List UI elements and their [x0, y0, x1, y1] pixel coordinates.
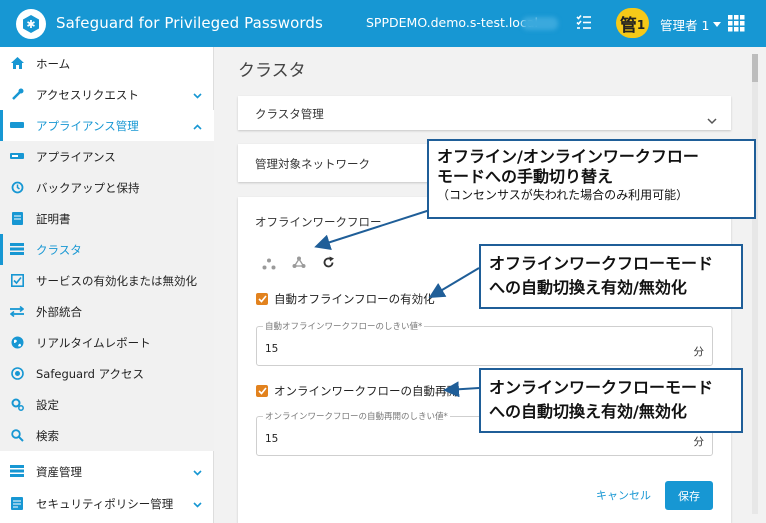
panel-title: 管理対象ネットワーク — [255, 157, 370, 171]
search-icon — [10, 428, 24, 442]
online-resume-label: オンラインワークフローの自動再開 — [274, 384, 458, 398]
user-name: 管理者 1 — [660, 18, 710, 33]
user-menu[interactable]: 管理者 1 — [660, 15, 722, 34]
field-label: オンラインワークフローの自動再開のしきい値* — [263, 410, 450, 422]
sidebar: ホーム アクセスリクエスト アプライアンス管理 アプライアンス バックアップと保… — [0, 47, 214, 523]
certificate-icon — [10, 211, 24, 225]
appliance-icon — [10, 149, 24, 163]
target-icon — [10, 366, 24, 380]
task-list-icon[interactable] — [575, 13, 593, 35]
home-icon — [10, 56, 24, 70]
refresh-icon[interactable] — [322, 254, 335, 273]
sidebar-item-settings[interactable]: 設定 — [0, 389, 214, 420]
chevron-down-icon[interactable] — [707, 110, 717, 129]
page-title: クラスタ — [238, 61, 306, 81]
appliance-icon — [10, 118, 24, 132]
online-resume-checkbox-row[interactable]: オンラインワークフローの自動再開 — [256, 383, 458, 399]
auto-offline-label: 自動オフラインフローの有効化 — [274, 292, 435, 306]
top-bar: ✱ Safeguard for Privileged Passwords SPP… — [0, 0, 766, 47]
cancel-button[interactable]: キャンセル — [596, 487, 651, 503]
sidebar-item-appliance-management[interactable]: アプライアンス管理 — [0, 110, 214, 141]
wrench-icon — [10, 87, 24, 101]
sidebar-item-home[interactable]: ホーム — [0, 48, 214, 79]
auto-offline-checkbox[interactable] — [256, 293, 268, 305]
auto-offline-threshold-field[interactable]: 自動オフラインワークフローのしきい値* 分 — [256, 320, 713, 366]
save-button[interactable]: 保存 — [665, 481, 713, 510]
sidebar-item-certificates[interactable]: 証明書 — [0, 203, 214, 234]
sidebar-item-realtime-report[interactable]: リアルタイムレポート — [0, 327, 214, 358]
sidebar-item-asset-management[interactable]: 資産管理 — [0, 456, 214, 487]
sidebar-item-cluster[interactable]: クラスタ — [0, 234, 214, 265]
sidebar-item-backup[interactable]: バックアップと保持 — [0, 172, 214, 203]
auto-offline-checkbox-row[interactable]: 自動オフラインフローの有効化 — [256, 291, 435, 307]
panel-title: オフラインワークフロー — [255, 215, 382, 229]
policy-icon — [10, 496, 24, 510]
panel-title: クラスタ管理 — [255, 107, 324, 121]
callout-manual-switch: オフライン/オンラインワークフロー モードへの手動切り替え （コンセンサスが失わ… — [427, 139, 756, 219]
caret-down-icon — [713, 21, 722, 27]
swap-icon — [10, 304, 24, 318]
sidebar-item-security-policy[interactable]: セキュリティポリシー管理 — [0, 488, 214, 519]
sidebar-item-safeguard-access[interactable]: Safeguard アクセス — [0, 358, 214, 389]
online-resume-checkbox[interactable] — [256, 385, 268, 397]
online-mode-icon[interactable] — [292, 254, 306, 273]
cluster-management-panel[interactable]: クラスタ管理 — [238, 96, 731, 130]
list-icon — [10, 464, 24, 478]
scrollbar-thumb[interactable] — [752, 54, 758, 82]
auto-offline-threshold-input[interactable] — [265, 343, 565, 355]
chevron-up-icon — [193, 119, 202, 133]
user-avatar-badge[interactable]: 管1 — [616, 8, 649, 38]
unit-label: 分 — [693, 436, 705, 448]
sidebar-item-search[interactable]: 検索 — [0, 420, 214, 451]
scrollbar-track[interactable] — [752, 54, 758, 514]
cluster-icon — [10, 242, 24, 256]
chevron-down-icon — [193, 88, 202, 102]
chevron-down-icon — [193, 497, 202, 511]
sidebar-item-enable-disable-services[interactable]: サービスの有効化または無効化 — [0, 265, 214, 296]
offline-mode-icon[interactable] — [262, 255, 276, 274]
globe-icon — [10, 335, 24, 349]
gear-icon — [10, 397, 24, 411]
sidebar-item-external-integration[interactable]: 外部統合 — [0, 296, 214, 327]
app-title: Safeguard for Privileged Passwords — [56, 14, 323, 32]
callout-auto-online: オンラインワークフローモード への自動切換え有効/無効化 — [479, 368, 743, 433]
svg-text:✱: ✱ — [26, 18, 35, 31]
sidebar-item-appliance[interactable]: アプライアンス — [0, 141, 214, 172]
online-resume-threshold-input[interactable] — [265, 433, 565, 445]
safeguard-logo-icon: ✱ — [16, 9, 46, 39]
app-grid-icon[interactable] — [728, 15, 745, 36]
field-label: 自動オフラインワークフローのしきい値* — [263, 320, 425, 332]
chevron-down-icon — [193, 465, 202, 479]
checkbox-edit-icon — [10, 273, 24, 287]
sidebar-item-access-request[interactable]: アクセスリクエスト — [0, 79, 214, 110]
unit-label: 分 — [693, 346, 705, 358]
redacted-text — [522, 17, 558, 30]
callout-auto-offline: オフラインワークフローモード への自動切換え有効/無効化 — [479, 244, 743, 309]
appliance-host: SPPDEMO.demo.s-test.local — [366, 15, 538, 30]
history-icon — [10, 180, 24, 194]
